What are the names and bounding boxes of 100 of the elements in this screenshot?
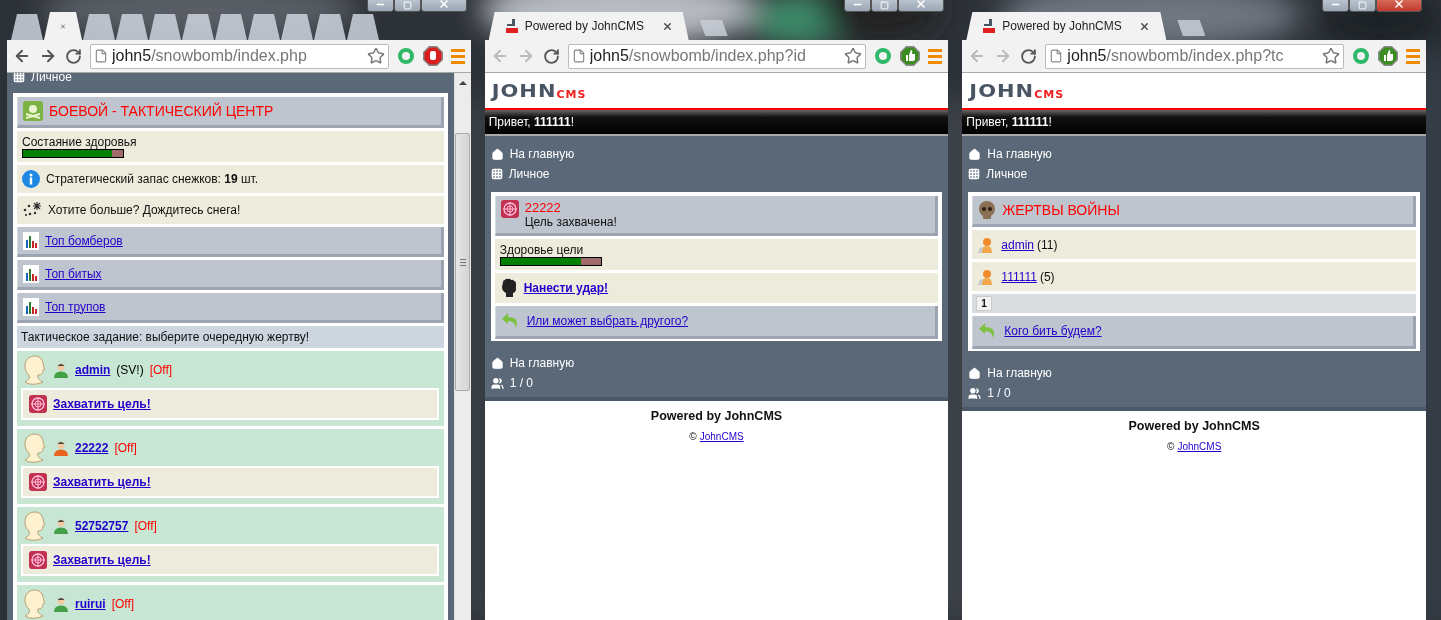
user-icon [53, 518, 69, 534]
kill-count: (11) [1037, 237, 1058, 252]
home-icon [490, 356, 504, 370]
victim-link[interactable]: 111111 [1001, 269, 1037, 284]
head-silhouette-icon [21, 432, 47, 464]
footer-link[interactable]: JohnCMS [1177, 441, 1222, 452]
head-silhouette-icon [21, 510, 47, 542]
back-link[interactable]: Кого бить будем? [1004, 324, 1102, 338]
player-link[interactable]: 22222 [75, 441, 109, 455]
browser-tab[interactable]: Powered by JohnCMS [966, 12, 1167, 40]
logo: JOHN CMS [491, 79, 587, 103]
home-icon [968, 366, 982, 380]
users-icon [968, 386, 982, 400]
greeting-text: Привет, 111111! [966, 115, 1052, 129]
snowflakes-icon [22, 201, 42, 219]
thumbs-up-icon [1378, 46, 1398, 66]
home-icon [968, 147, 982, 161]
grid-icon [13, 73, 25, 83]
section-title: БОЕВОЙ - ТАКТИЧЕСКИЙ ЦЕНТР [49, 103, 274, 119]
player-link[interactable]: ruirui [75, 597, 106, 611]
status-text: [Off] [149, 363, 173, 377]
page-icon [571, 49, 586, 63]
browser-tab[interactable]: Powered by JohnCMS [488, 12, 689, 40]
star-icon [1322, 47, 1340, 65]
grid-icon [490, 168, 503, 180]
logo: JOHN CMS [969, 79, 1065, 103]
footer-link[interactable]: JohnCMS [699, 431, 744, 442]
skull-icon [978, 200, 997, 220]
strike-link[interactable]: Нанести удар! [523, 281, 609, 295]
status-text: [Off] [114, 441, 137, 455]
user-icon [53, 440, 69, 456]
top-link[interactable]: Топ битых [45, 266, 102, 281]
target-name: 22222 [524, 200, 562, 215]
address-bar[interactable]: john5/snowbomb/index.php?tc [1045, 43, 1344, 69]
page-icon [94, 49, 108, 63]
favicon-icon [504, 19, 519, 33]
close-icon [1393, 0, 1405, 10]
player-tag: (SV!) [116, 363, 144, 377]
reload-button[interactable] [1020, 47, 1038, 65]
kill-count: (5) [1039, 269, 1055, 284]
nav-link[interactable]: 1 / 0 [490, 373, 943, 393]
greeting-text: Привет, 111111! [488, 115, 575, 129]
crossbones-icon [23, 101, 43, 121]
health-label: Здоровье цели [499, 243, 585, 257]
grid-icon [968, 168, 981, 180]
bar-chart-icon [23, 231, 39, 250]
maximize-icon [402, 1, 412, 10]
page-icon [1049, 49, 1064, 63]
address-bar[interactable]: john5/snowbomb/index.php [90, 43, 389, 69]
close-icon [1139, 20, 1151, 32]
copyright-sign: © [689, 431, 697, 442]
back-link[interactable]: Или может выбрать другого? [526, 314, 689, 328]
capture-link[interactable]: Захватить цель! [53, 397, 151, 411]
crosshair-icon [29, 473, 47, 491]
nav-link[interactable]: 1 / 0 [968, 383, 1420, 403]
address-bar[interactable]: john5/snowbomb/index.php?id [567, 43, 867, 69]
favicon-icon [982, 19, 997, 33]
top-link[interactable]: Топ трупов [45, 299, 106, 314]
info-text: Стратегический запас снежков: 19 шт. [46, 172, 259, 186]
nav-link[interactable]: На главную [490, 353, 943, 373]
target-status: Цель захвачена! [524, 215, 617, 229]
nav-link[interactable]: На главную [490, 144, 943, 164]
nav-link[interactable]: На главную [968, 363, 1420, 383]
users-icon [490, 376, 504, 390]
capture-link[interactable]: Захватить цель! [53, 553, 151, 567]
close-icon [915, 0, 928, 10]
nav-link[interactable]: Личное [968, 164, 1420, 184]
maximize-icon [880, 1, 890, 10]
reload-button[interactable] [542, 47, 560, 65]
nav-link[interactable]: Личное [490, 164, 943, 184]
close-icon [437, 0, 450, 10]
reload-button[interactable] [65, 47, 82, 65]
fist-icon [499, 278, 518, 298]
victim-link[interactable]: admin [1001, 237, 1035, 252]
maximize-icon [1358, 1, 1367, 10]
star-icon [844, 47, 863, 65]
home-icon [490, 147, 504, 161]
powered-text: Powered by JohnCMS [1128, 419, 1260, 433]
bar-chart-icon [23, 264, 39, 283]
status-text: [Off] [111, 597, 135, 611]
section-title: ЖЕРТВЫ ВОЙНЫ [1002, 202, 1120, 218]
player-link[interactable]: 52752757 [75, 519, 129, 533]
back-button[interactable] [13, 47, 31, 65]
player-link[interactable]: admin [75, 363, 111, 377]
user-icon [53, 596, 69, 612]
forward-button[interactable] [39, 47, 57, 65]
nav-link[interactable]: На главную [968, 144, 1420, 164]
crosshair-icon [29, 395, 47, 413]
thumbs-up-icon [900, 46, 921, 66]
star-icon [366, 47, 385, 65]
stop-hand-icon [422, 46, 443, 66]
info-text: Хотите больше? Дождитесь снега! [48, 203, 241, 217]
bar-chart-icon [23, 297, 39, 316]
status-text: [Off] [134, 519, 157, 533]
top-link[interactable]: Топ бомберов [45, 233, 123, 248]
head-silhouette-icon [21, 354, 47, 386]
capture-link[interactable]: Захватить цель! [53, 475, 151, 489]
task-text: Тактическое задание: выберите очередную жертву! [21, 330, 310, 344]
page-button[interactable]: 1 [976, 296, 992, 311]
copyright-sign: © [1167, 441, 1175, 452]
